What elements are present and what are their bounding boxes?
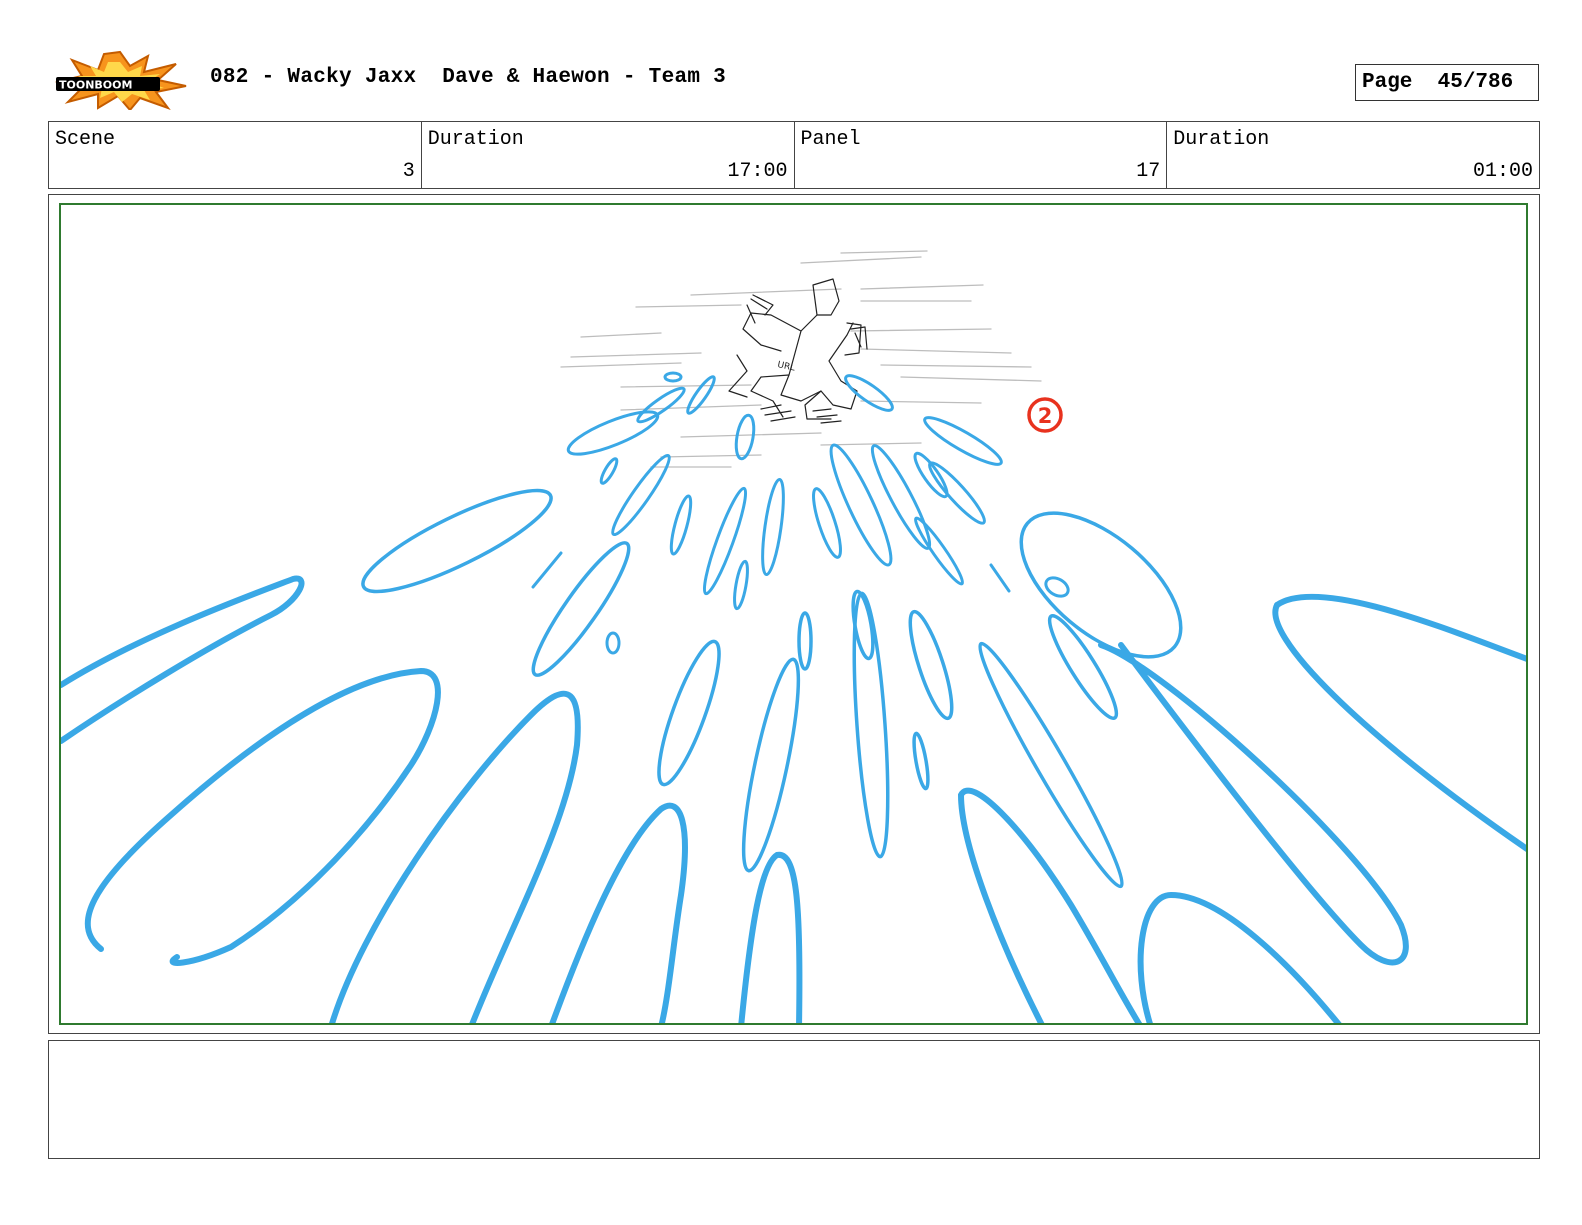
panel-duration-cell: Duration 01:00 <box>1167 122 1539 188</box>
panel-value: 17 <box>1136 160 1161 183</box>
panel-duration-label: Duration <box>1173 128 1270 151</box>
marker-number: 2 <box>1038 404 1053 428</box>
character-sketch: URL <box>728 278 868 424</box>
scene-duration-cell: Duration 17:00 <box>422 122 795 188</box>
scene-duration-value: 17:00 <box>727 160 788 183</box>
panel-drawing: URL 2 <box>61 250 1526 1023</box>
panel-cell: Panel 17 <box>795 122 1168 188</box>
panel-label: Panel <box>800 128 861 151</box>
scene-value: 3 <box>402 160 415 183</box>
storyboard-panel-frame: URL 2 <box>48 194 1540 1034</box>
scene-label: Scene <box>55 128 116 151</box>
document-title: 082 - Wacky Jaxx Dave & Haewon - Team 3 <box>210 66 727 89</box>
panel-duration-value: 01:00 <box>1472 160 1533 183</box>
panel-notes <box>48 1040 1540 1159</box>
scene-duration-label: Duration <box>427 128 524 151</box>
storyboard-panel: URL 2 <box>59 203 1528 1025</box>
water-splash <box>61 371 1526 1023</box>
toonboom-logo: TOONBOOM <box>52 50 188 112</box>
page-number: Page 45/786 <box>1355 64 1539 101</box>
panel-marker: 2 <box>1027 397 1063 433</box>
logo-text: TOONBOOM <box>59 79 132 92</box>
scene-info-row: Scene 3 Duration 17:00 Panel 17 Duration… <box>48 121 1540 189</box>
scene-cell: Scene 3 <box>49 122 422 188</box>
